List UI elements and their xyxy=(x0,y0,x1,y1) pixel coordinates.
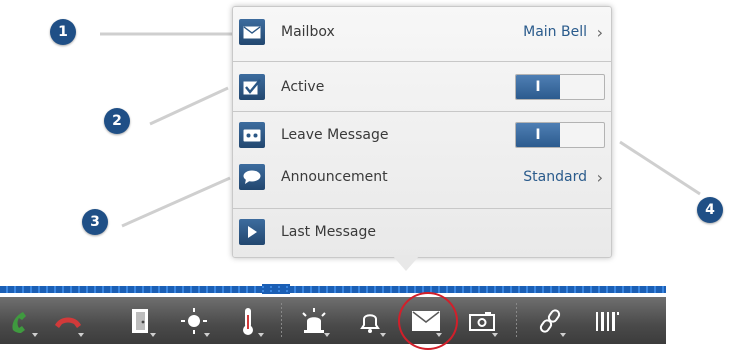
drag-grip-icon[interactable] xyxy=(262,284,290,295)
divider xyxy=(233,111,611,112)
cassette-icon xyxy=(239,122,265,148)
announcement-label: Announcement xyxy=(281,169,388,185)
toggle-on-knob: I xyxy=(516,75,560,99)
divider xyxy=(233,208,611,209)
active-toggle[interactable]: I xyxy=(515,74,605,100)
leader-line-4 xyxy=(619,140,701,196)
last-message-label: Last Message xyxy=(281,224,376,240)
leave-message-row: Leave Message I xyxy=(233,113,611,157)
mailbox-label: Mailbox xyxy=(281,24,335,40)
phone-accept-icon[interactable] xyxy=(0,297,44,344)
bottom-toolbar xyxy=(0,297,666,344)
active-row: Active I xyxy=(233,65,611,109)
scroll-strip[interactable] xyxy=(0,286,666,293)
leave-message-label: Leave Message xyxy=(281,127,389,143)
leave-message-toggle[interactable]: I xyxy=(515,122,605,148)
popup-pointer xyxy=(392,255,420,271)
bell-icon[interactable] xyxy=(348,297,392,344)
speech-bubble-icon xyxy=(239,164,265,190)
link-icon[interactable] xyxy=(528,297,572,344)
toolbar-separator xyxy=(516,303,517,337)
light-icon[interactable] xyxy=(172,297,216,344)
callout-badge-4: 4 xyxy=(697,197,723,223)
callout-badge-1: 1 xyxy=(50,19,76,45)
callout-badge-2: 2 xyxy=(104,108,130,134)
thermometer-icon[interactable] xyxy=(226,297,270,344)
mail-icon xyxy=(239,19,265,45)
phone-hangup-icon[interactable] xyxy=(46,297,90,344)
announcement-row[interactable]: Announcement Standard › xyxy=(233,155,611,199)
toolbar-separator xyxy=(281,303,282,337)
camera-icon[interactable] xyxy=(460,297,504,344)
divider xyxy=(233,61,611,62)
play-icon xyxy=(239,219,265,245)
active-label: Active xyxy=(281,79,325,95)
selected-highlight-circle xyxy=(398,292,458,350)
mailbox-value: Main Bell xyxy=(523,24,587,40)
mailbox-row[interactable]: Mailbox Main Bell › xyxy=(233,10,611,54)
announcement-value: Standard xyxy=(523,169,587,185)
chevron-right-icon: › xyxy=(596,167,603,187)
door-icon[interactable] xyxy=(118,297,162,344)
alarm-light-icon[interactable] xyxy=(292,297,336,344)
barcode-icon[interactable] xyxy=(584,297,628,344)
leader-line-3 xyxy=(121,176,231,228)
last-message-row[interactable]: Last Message xyxy=(233,210,611,254)
chevron-right-icon: › xyxy=(596,22,603,42)
mailbox-popup: Mailbox Main Bell › Active I Leave Messa… xyxy=(232,6,612,258)
leader-line-2 xyxy=(149,86,229,126)
checkbox-icon[interactable] xyxy=(239,74,265,100)
toggle-on-knob: I xyxy=(516,123,560,147)
callout-badge-3: 3 xyxy=(82,209,108,235)
